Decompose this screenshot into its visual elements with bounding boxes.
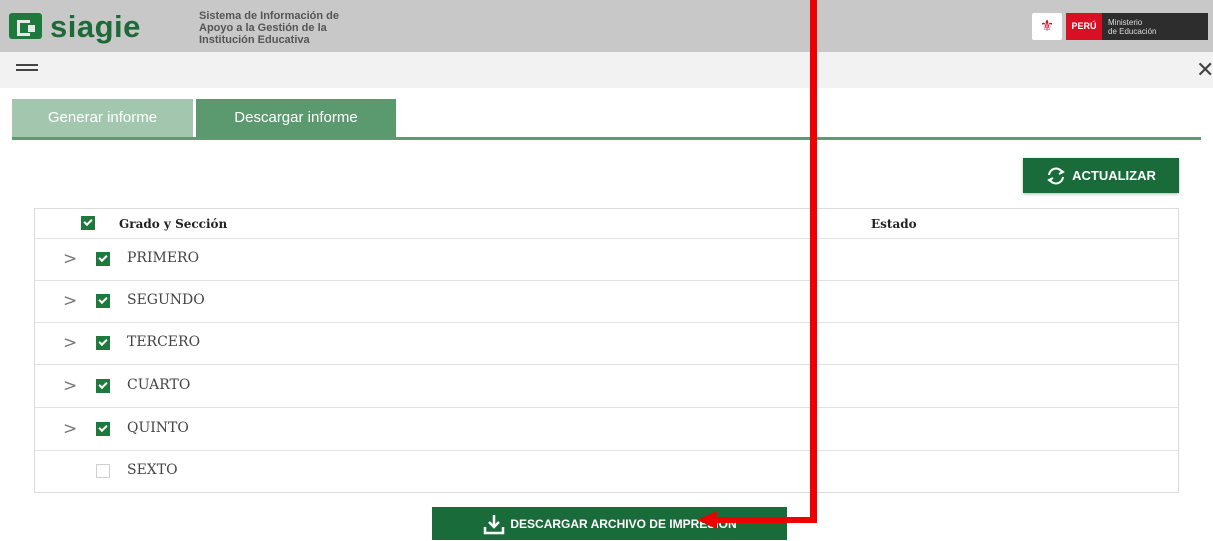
ministry-label: Ministerio de Educación [1102,13,1208,40]
tab-descargar-informe[interactable]: Descargar informe [196,99,396,137]
row-checkbox[interactable] [96,464,110,478]
country-label: PERÚ [1066,13,1102,40]
table-row: > TERCERO [35,322,1178,365]
table-row: > PRIMERO [35,238,1178,281]
chevron-right-icon[interactable]: > [63,376,77,396]
download-print-file-button[interactable]: DESCARGAR ARCHIVO DE IMPRESIÓN [432,507,787,540]
column-header-grado: Grado y Sección [119,217,228,231]
select-all-checkbox[interactable] [81,216,95,230]
menu-icon[interactable] [16,64,38,76]
annotation-arrow-line [810,0,817,523]
coat-of-arms-icon: ⚜ [1032,13,1062,40]
row-checkbox[interactable] [96,252,110,266]
table-row: > CUARTO [35,365,1178,408]
tab-generar-informe[interactable]: Generar informe [12,99,193,137]
app-subtitle: Sistema de Información de Apoyo a la Ges… [199,10,339,46]
row-label: SEXTO [127,462,178,478]
column-header-estado: Estado [871,217,917,231]
annotation-arrow-head-icon [697,511,717,529]
row-label: TERCERO [127,334,201,350]
table-header: Grado y Sección Estado [35,209,1178,239]
row-checkbox[interactable] [96,336,110,350]
row-checkbox[interactable] [96,294,110,308]
grades-table: Grado y Sección Estado > PRIMERO > SEGUN… [34,208,1179,493]
download-icon [484,514,505,534]
table-row: > QUINTO [35,408,1178,451]
row-label: QUINTO [127,420,189,436]
row-checkbox[interactable] [96,379,110,393]
row-label: SEGUNDO [127,292,205,308]
chevron-right-icon[interactable]: > [63,419,77,439]
tab-underline [12,137,1201,140]
row-checkbox[interactable] [96,422,110,436]
chevron-right-icon[interactable]: > [63,333,77,353]
brand-name: siagie [50,9,141,44]
chevron-right-icon[interactable]: > [63,249,77,269]
government-logo: ⚜ PERÚ Ministerio de Educación [1032,13,1208,40]
refresh-button[interactable]: ACTUALIZAR [1023,158,1179,193]
row-label: PRIMERO [127,250,200,266]
siagie-logo-icon [9,13,42,39]
table-row: > SEGUNDO [35,280,1178,323]
annotation-arrow-line [716,517,817,523]
close-icon[interactable]: ✕ [1196,57,1213,83]
refresh-label: ACTUALIZAR [1072,168,1156,183]
row-label: CUARTO [127,377,191,393]
toolbar: ✕ [0,52,1213,88]
refresh-icon [1047,167,1066,184]
chevron-right-icon[interactable]: > [63,291,77,311]
table-row: SEXTO [35,450,1178,492]
app-header: siagie Sistema de Información de Apoyo a… [0,0,1213,52]
